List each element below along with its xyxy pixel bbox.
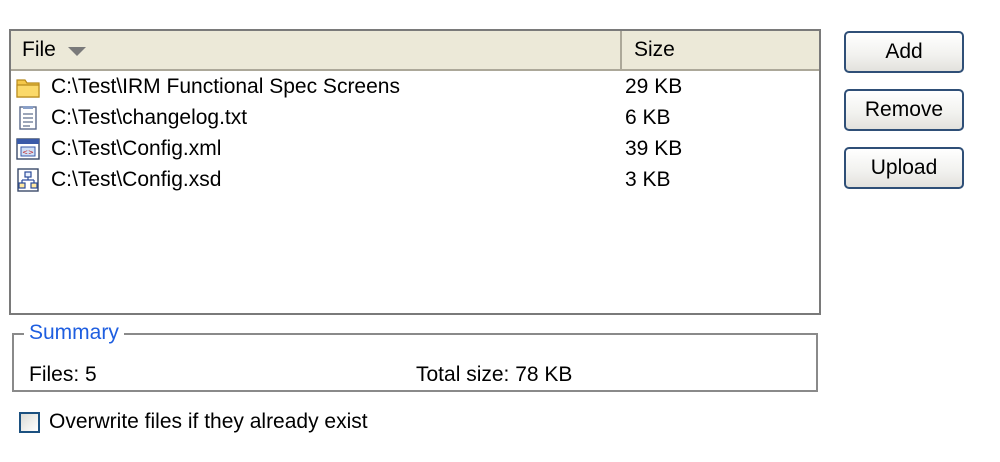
upload-dialog: File Size C:\Test\IRM Functional Spec Sc… bbox=[0, 0, 1000, 462]
file-name: C:\Test\IRM Functional Spec Screens bbox=[51, 74, 400, 98]
column-header-size[interactable]: Size bbox=[622, 31, 819, 69]
file-list[interactable]: File Size C:\Test\IRM Functional Spec Sc… bbox=[9, 29, 821, 315]
file-name: C:\Test\Config.xsd bbox=[51, 167, 222, 191]
file-size: 6 KB bbox=[625, 105, 671, 129]
column-header-size-label: Size bbox=[634, 38, 675, 61]
xml-file-icon: <> bbox=[16, 138, 40, 160]
add-button[interactable]: Add bbox=[844, 31, 964, 73]
file-name: C:\Test\changelog.txt bbox=[51, 105, 248, 129]
column-header-file[interactable]: File bbox=[11, 31, 622, 69]
remove-button[interactable]: Remove bbox=[844, 89, 964, 131]
overwrite-checkbox[interactable] bbox=[19, 411, 40, 433]
table-row[interactable]: <> C:\Test\Config.xml 39 KB bbox=[11, 133, 819, 164]
overwrite-checkbox-row[interactable]: Overwrite files if they already exist bbox=[19, 410, 368, 434]
svg-text:<>: <> bbox=[22, 149, 34, 157]
file-size: 39 KB bbox=[625, 136, 683, 160]
list-header: File Size bbox=[11, 31, 819, 71]
overwrite-label: Overwrite files if they already exist bbox=[49, 410, 368, 433]
text-file-icon bbox=[19, 106, 37, 130]
file-size: 3 KB bbox=[625, 167, 671, 191]
table-row[interactable]: C:\Test\changelog.txt 6 KB bbox=[11, 102, 819, 133]
xsd-file-icon bbox=[17, 168, 39, 192]
file-rows: C:\Test\IRM Functional Spec Screens 29 K… bbox=[11, 71, 819, 195]
summary-group: Summary Files: 5 Total size: 78 KB bbox=[12, 321, 818, 392]
file-name: C:\Test\Config.xml bbox=[51, 136, 222, 160]
file-size: 29 KB bbox=[625, 74, 683, 98]
total-size: Total size: 78 KB bbox=[416, 363, 573, 386]
files-count: Files: 5 bbox=[29, 363, 97, 386]
table-row[interactable]: C:\Test\IRM Functional Spec Screens 29 K… bbox=[11, 71, 819, 102]
upload-button[interactable]: Upload bbox=[844, 147, 964, 189]
sort-down-icon bbox=[67, 46, 86, 56]
folder-icon bbox=[16, 79, 40, 98]
table-row[interactable]: C:\Test\Config.xsd 3 KB bbox=[11, 164, 819, 195]
summary-legend: Summary bbox=[24, 321, 124, 345]
column-header-file-label: File bbox=[22, 38, 56, 61]
